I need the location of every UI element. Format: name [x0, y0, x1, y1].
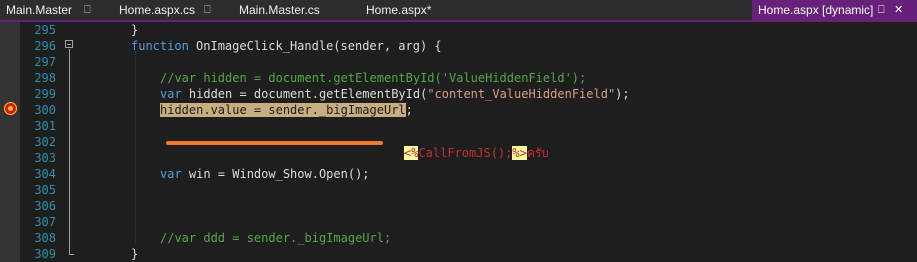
asp-close-delimiter: %> [512, 146, 527, 160]
outline-bracket-end [69, 254, 74, 255]
code-text: ); [615, 87, 630, 101]
code-line-298[interactable]: //var hidden = document.getElementById('… [160, 70, 586, 86]
comment-text: //var ddd = sender._bigImageUrl; [160, 231, 392, 245]
code-line-300[interactable]: hidden.value = sender._bigImageUrl; [160, 102, 413, 118]
pin-icon[interactable]: ⎕ [204, 0, 211, 20]
asp-code: CallFromJS(); [418, 146, 513, 160]
line-number: 306 [34, 199, 56, 213]
code-text: } [131, 23, 139, 37]
tab-label: Home.aspx.cs [119, 3, 196, 17]
outline-bracket [69, 49, 70, 255]
tab-label: Home.aspx [dynamic] [758, 3, 874, 17]
line-number: 305 [34, 183, 56, 197]
line-number: 308 [34, 231, 56, 245]
tab-label: Main.Master.cs [239, 3, 320, 17]
keyword: var [160, 87, 182, 101]
line-number: 307 [34, 215, 56, 229]
code-text: win = Window_Show.Open(); [181, 167, 370, 181]
line-number: 299 [34, 87, 56, 101]
code-line-295[interactable]: } [131, 22, 138, 38]
line-number: 303 [34, 151, 56, 165]
pin-icon[interactable]: ⎕ [84, 0, 91, 20]
code-text: ; [405, 103, 413, 117]
tab-home-aspx-dynamic[interactable]: Home.aspx [dynamic] ⎕ ✕ [752, 0, 917, 20]
code-line-309[interactable]: } [131, 246, 138, 262]
collapse-outline-icon[interactable] [65, 40, 73, 48]
code-text: hidden = document.getElementById( [181, 87, 428, 101]
indent-guide [135, 51, 136, 243]
line-number: 295 [34, 23, 56, 37]
tab-main-master[interactable]: Main.Master ⎕ [6, 0, 92, 20]
code-line-299[interactable]: var hidden = document.getElementById("co… [160, 86, 630, 102]
document-tab-bar: Main.Master ⎕ Home.aspx.cs ⎕ Main.Master… [0, 0, 917, 20]
pin-icon[interactable]: ⎕ [878, 0, 885, 20]
line-number: 309 [34, 247, 56, 261]
code-text: } [131, 247, 139, 261]
keyword: var [160, 167, 182, 181]
indicator-margin[interactable] [0, 22, 20, 262]
tab-label: Home.aspx* [366, 3, 432, 17]
comment-text: //var hidden = document.getElementById('… [160, 71, 587, 85]
line-number: 298 [34, 71, 56, 85]
trailing-text: ครับ [526, 146, 549, 160]
tab-home-aspx-cs[interactable]: Home.aspx.cs ⎕ [119, 0, 219, 20]
code-line-304[interactable]: var win = Window_Show.Open(); [160, 166, 370, 182]
code-line-296[interactable]: function OnImageClick_Handle(sender, arg… [131, 38, 442, 54]
keyword: function [131, 39, 189, 53]
tab-label: Main.Master [6, 3, 73, 17]
line-number: 304 [34, 167, 56, 181]
code-text: OnImageClick_Handle(sender, arg) { [188, 39, 442, 53]
line-number: 297 [34, 55, 56, 69]
inline-server-tag[interactable]: <%CallFromJS();%>ครับ [404, 145, 549, 161]
tab-home-aspx[interactable]: Home.aspx* [366, 0, 446, 20]
line-number: 300 [34, 103, 56, 117]
code-line-308[interactable]: //var ddd = sender._bigImageUrl; [160, 230, 391, 246]
line-number: 302 [34, 135, 56, 149]
breakpoint-icon[interactable] [4, 102, 17, 115]
annotation-underline [166, 141, 383, 145]
line-number: 296 [34, 39, 56, 53]
asp-open-delimiter: <% [404, 146, 419, 160]
string-literal: "content_ValueHiddenField" [427, 87, 616, 101]
tab-main-master-cs[interactable]: Main.Master.cs [239, 0, 339, 20]
close-icon[interactable]: ✕ [894, 0, 903, 20]
breakpoint-highlight: hidden.value = sender._bigImageUrl [160, 103, 406, 117]
line-number: 301 [34, 119, 56, 133]
